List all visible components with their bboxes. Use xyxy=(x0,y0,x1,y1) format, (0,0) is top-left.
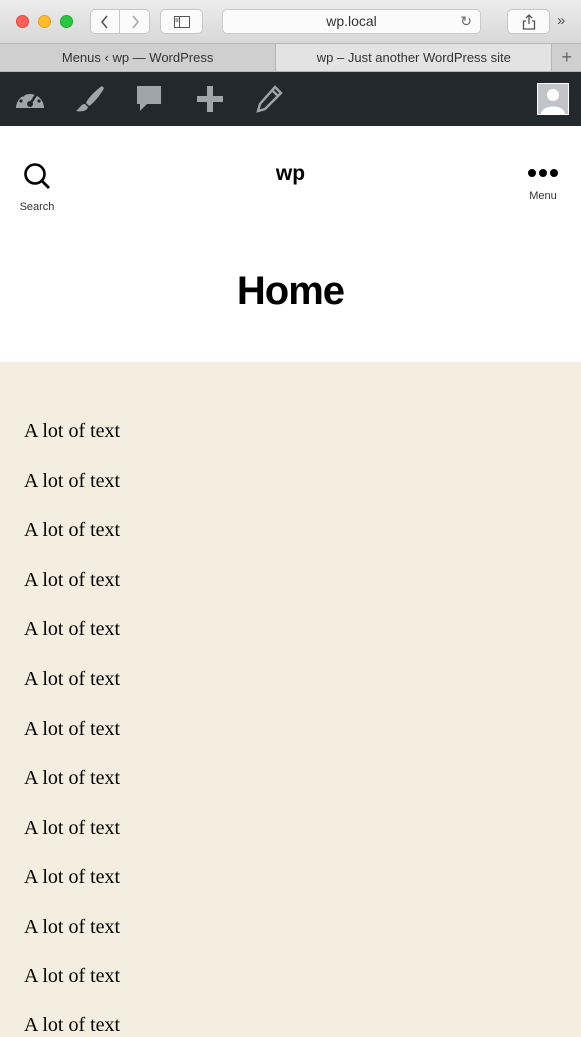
zoom-window-button[interactable] xyxy=(60,15,73,28)
reload-icon[interactable]: ↻ xyxy=(460,10,472,33)
back-button[interactable] xyxy=(90,9,120,34)
paragraph: A lot of text xyxy=(24,916,121,938)
site-header: Search wp Menu Home xyxy=(0,126,581,362)
paragraph: A lot of text xyxy=(24,767,121,789)
address-bar[interactable]: wp.local ↻ xyxy=(222,9,481,34)
share-button[interactable] xyxy=(507,9,550,34)
tab-bar: Menus ‹ wp — WordPress wp – Just another… xyxy=(0,44,581,72)
search-label: Search xyxy=(19,201,55,213)
page-title: Home xyxy=(236,269,345,313)
paragraph: A lot of text xyxy=(24,1014,121,1036)
dashboard-icon[interactable] xyxy=(14,84,46,114)
edit-pencil-icon[interactable] xyxy=(253,84,285,114)
paragraph: A lot of text xyxy=(24,668,121,690)
paragraph: A lot of text xyxy=(24,718,121,740)
address-text: wp.local xyxy=(326,13,377,29)
tab-wp-site[interactable]: wp – Just another WordPress site xyxy=(276,44,553,71)
page-content: A lot of text A lot of text A lot of tex… xyxy=(0,362,581,1036)
wp-admin-bar xyxy=(0,72,581,126)
nav-buttons xyxy=(90,9,150,34)
chevron-left-icon xyxy=(100,14,108,29)
sidebar-icon xyxy=(173,15,190,28)
more-chevrons-icon[interactable]: » xyxy=(557,12,565,29)
paragraph: A lot of text xyxy=(24,569,121,591)
browser-toolbar: wp.local ↻ » xyxy=(0,0,581,44)
tab-menus[interactable]: Menus ‹ wp — WordPress xyxy=(0,44,277,71)
paragraph: A lot of text xyxy=(24,420,121,442)
chevron-right-icon xyxy=(131,14,139,29)
close-window-button[interactable] xyxy=(16,15,29,28)
paragraph: A lot of text xyxy=(24,519,121,541)
forward-button[interactable] xyxy=(120,9,150,34)
ellipsis-icon xyxy=(528,169,558,177)
menu-label: Menu xyxy=(529,190,557,202)
share-icon xyxy=(522,13,535,30)
site-title[interactable]: wp xyxy=(0,162,581,186)
minimize-window-button[interactable] xyxy=(38,15,51,28)
paragraph: A lot of text xyxy=(24,817,121,839)
menu-toggle[interactable]: Menu xyxy=(523,166,563,202)
customize-brush-icon[interactable] xyxy=(74,84,106,114)
new-tab-button[interactable]: + xyxy=(552,44,581,71)
paragraph: A lot of text xyxy=(24,618,121,640)
user-avatar[interactable] xyxy=(537,83,569,115)
new-content-plus-icon[interactable] xyxy=(194,84,226,114)
sidebar-toggle-button[interactable] xyxy=(160,9,203,34)
paragraph: A lot of text xyxy=(24,965,121,987)
paragraph: A lot of text xyxy=(24,470,121,492)
comments-icon[interactable] xyxy=(133,84,165,114)
paragraph: A lot of text xyxy=(24,866,121,888)
